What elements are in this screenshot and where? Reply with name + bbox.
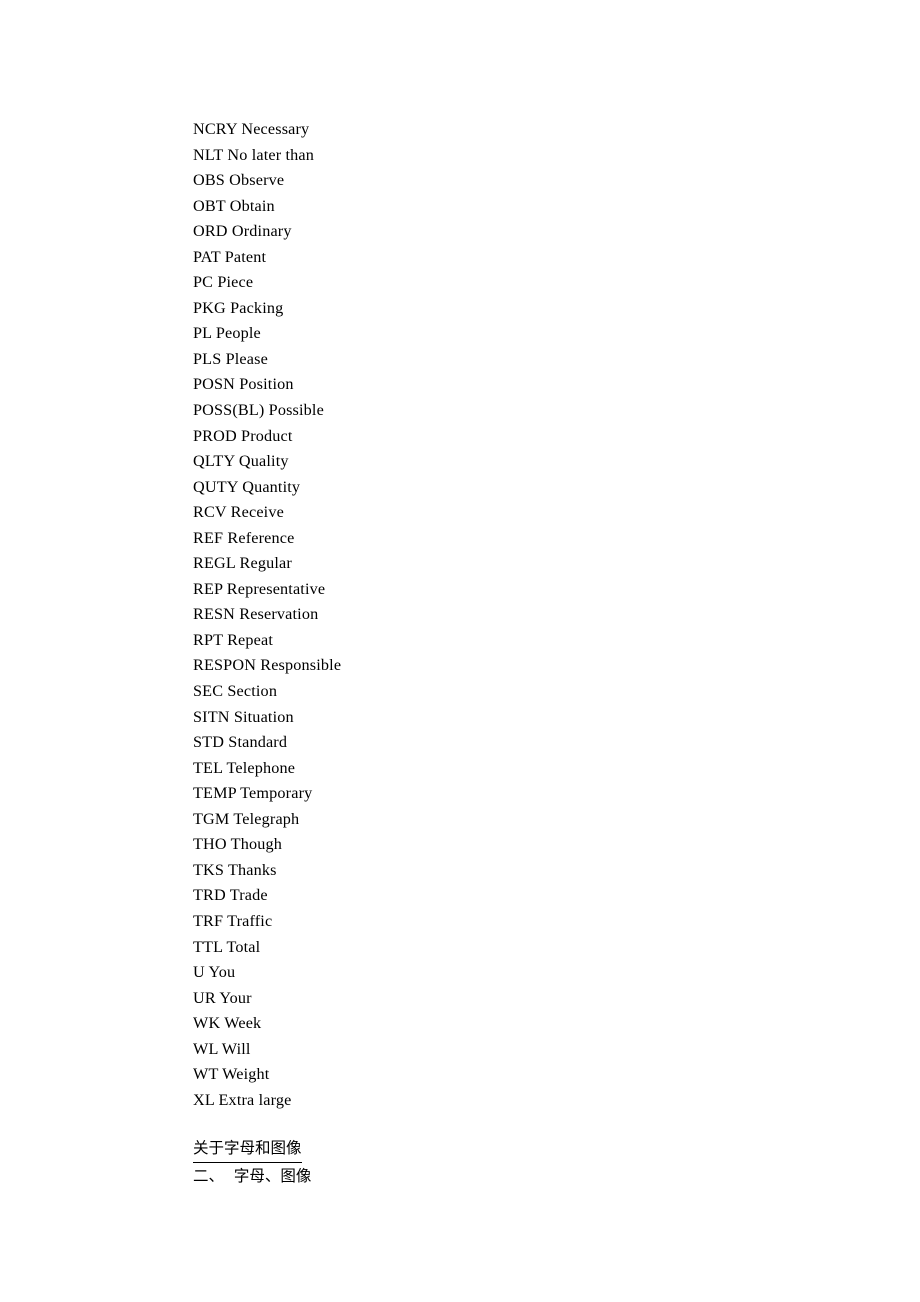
list-item: OBT Obtain xyxy=(193,196,275,215)
list-item: TKS Thanks xyxy=(193,860,277,879)
list-item: PAT Patent xyxy=(193,247,267,266)
list-item: QLTY Quality xyxy=(193,452,289,471)
list-item: TEL Telephone xyxy=(193,758,296,777)
list-item: TRD Trade xyxy=(193,886,268,905)
list-item: REP Representative xyxy=(193,579,326,598)
list-item: TEMP Temporary xyxy=(193,784,313,803)
list-item: NCRY Necessary xyxy=(193,120,310,138)
list-item: NLT No later than xyxy=(193,145,314,164)
list-item: PLS Please xyxy=(193,349,268,368)
list-item: REF Reference xyxy=(193,528,295,547)
list-item: OBS Observe xyxy=(193,171,285,190)
list-item: SITN Situation xyxy=(193,707,294,726)
list-item: ORD Ordinary xyxy=(193,222,292,241)
list-item: POSS(BL) Possible xyxy=(193,401,324,420)
list-item: RESN Reservation xyxy=(193,605,319,624)
list-item: PC Piece xyxy=(193,273,254,292)
abbreviation-list: NCRY Necessary NLT No later than OBS Obs… xyxy=(193,117,833,1113)
section-heading-row: 关于字母和图像 xyxy=(193,1136,833,1163)
list-item: XL Extra large xyxy=(193,1090,292,1109)
section-subheading: 二、 字母、图像 xyxy=(193,1166,312,1185)
list-item: RESPON Responsible xyxy=(193,656,342,675)
list-item: QUTY Quantity xyxy=(193,477,301,496)
list-item: TGM Telegraph xyxy=(193,809,300,828)
section-heading: 关于字母和图像 xyxy=(193,1136,302,1163)
list-item: THO Though xyxy=(193,835,282,854)
list-item: REGL Regular xyxy=(193,554,292,573)
document-content: NCRY Necessary NLT No later than OBS Obs… xyxy=(193,117,833,1189)
list-item: SEC Section xyxy=(193,682,278,701)
list-item: WK Week xyxy=(193,1014,262,1033)
document-page: NCRY Necessary NLT No later than OBS Obs… xyxy=(0,0,920,1302)
list-item: POSN Position xyxy=(193,375,294,394)
list-item: STD Standard xyxy=(193,733,288,752)
list-item: PL People xyxy=(193,324,261,343)
list-item: TRF Traffic xyxy=(193,911,273,930)
list-item: PKG Packing xyxy=(193,298,284,317)
list-item: PROD Product xyxy=(193,426,293,445)
list-item: WL Will xyxy=(193,1039,251,1058)
list-item: RPT Repeat xyxy=(193,630,274,649)
list-item: UR Your xyxy=(193,988,252,1007)
list-item: TTL Total xyxy=(193,937,261,956)
list-item: U You xyxy=(193,963,236,982)
list-item: WT Weight xyxy=(193,1065,270,1084)
list-item: RCV Receive xyxy=(193,503,284,522)
